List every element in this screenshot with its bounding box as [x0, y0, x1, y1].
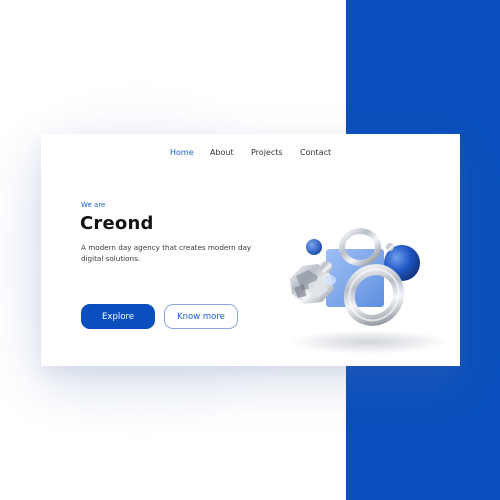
nav-projects-link[interactable]: Projects — [251, 148, 283, 157]
hero-title: Creond — [80, 213, 154, 234]
top-navigation: Home About Projects Contact — [41, 148, 460, 160]
hero-description: A modern day agency that creates modern … — [81, 243, 252, 263]
hero-eyebrow: We are — [81, 201, 106, 209]
abstract-3d-shapes-illustration-icon — [289, 228, 449, 354]
landing-page-card: Home About Projects Contact We are Creon… — [41, 134, 460, 366]
nav-about-link[interactable]: About — [210, 148, 234, 157]
nav-contact-link[interactable]: Contact — [300, 148, 331, 157]
nav-home-link[interactable]: Home — [170, 148, 194, 157]
explore-button[interactable]: Explore — [81, 304, 155, 329]
know-more-button[interactable]: Know more — [164, 304, 238, 329]
